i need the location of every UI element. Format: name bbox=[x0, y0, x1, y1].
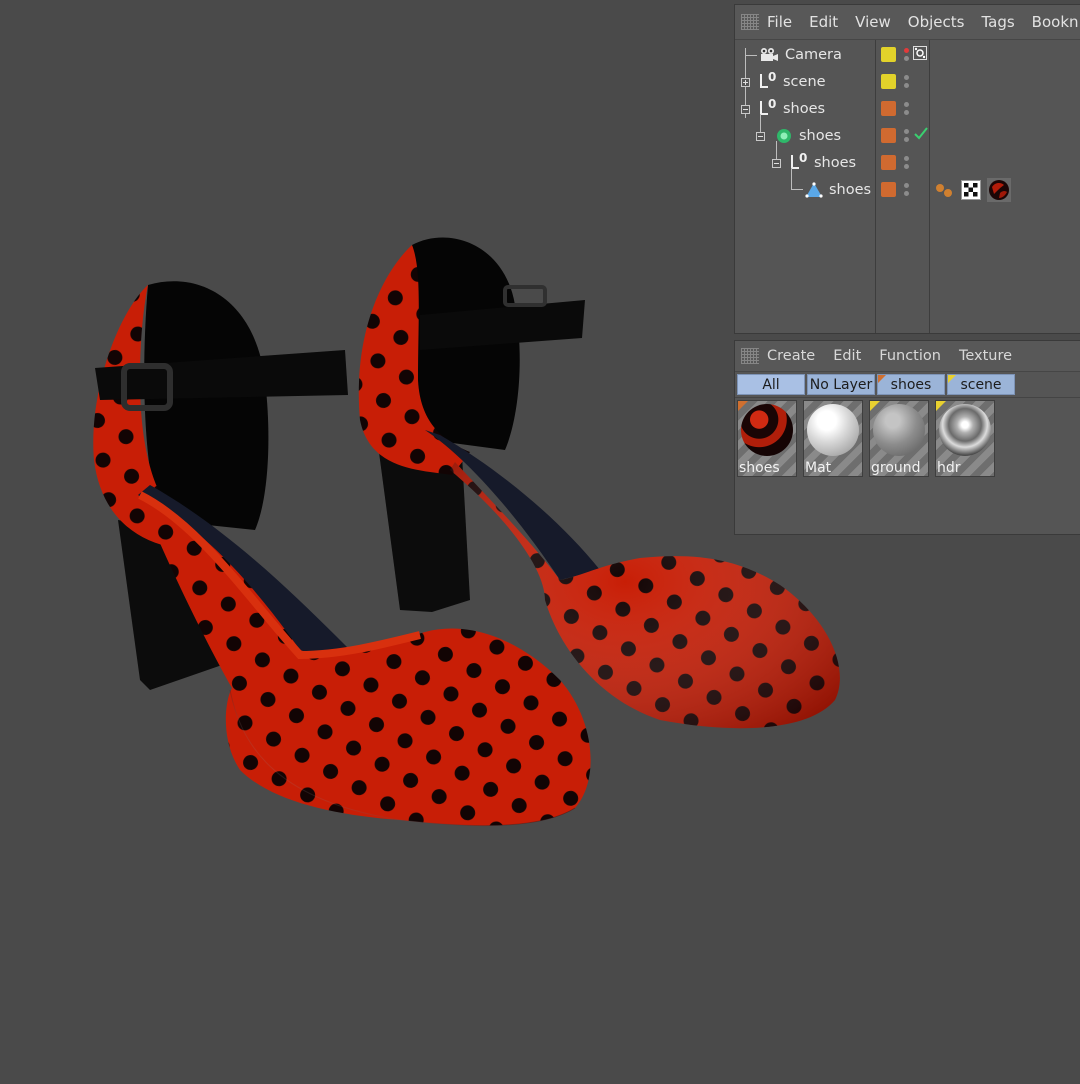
visibility-dots[interactable] bbox=[903, 127, 911, 145]
panel-grip-icon[interactable] bbox=[741, 348, 759, 364]
filter-scene[interactable]: scene bbox=[947, 374, 1015, 395]
object-name: Camera bbox=[785, 46, 842, 63]
menu-file[interactable]: File bbox=[767, 13, 792, 31]
material-shoes[interactable]: shoes bbox=[737, 400, 797, 477]
layer-color-swatch[interactable] bbox=[881, 101, 896, 116]
material-list: shoes Mat ground hdr bbox=[737, 400, 995, 477]
material-preview bbox=[873, 404, 925, 456]
filter-label: shoes bbox=[890, 376, 932, 393]
material-preview bbox=[741, 404, 793, 456]
menu-bookmarks[interactable]: Bookn bbox=[1032, 13, 1079, 31]
filter-all[interactable]: All bbox=[737, 374, 805, 395]
layer-color-swatch[interactable] bbox=[881, 47, 896, 62]
polygon-object-icon bbox=[805, 181, 823, 198]
object-row-shoes-group[interactable]: 0 shoes bbox=[735, 95, 1080, 122]
menu-texture[interactable]: Texture bbox=[959, 348, 1012, 364]
filter-no-layer[interactable]: No Layer bbox=[807, 374, 875, 395]
null-object-icon: 0 bbox=[790, 151, 808, 172]
camera-icon bbox=[761, 47, 778, 61]
material-manager-panel: Create Edit Function Texture All No Laye… bbox=[734, 340, 1080, 535]
object-row-scene[interactable]: 0 scene bbox=[735, 68, 1080, 95]
material-mat[interactable]: Mat bbox=[803, 400, 863, 477]
object-name: shoes bbox=[799, 127, 842, 144]
layer-color-swatch[interactable] bbox=[881, 182, 896, 197]
menu-view[interactable]: View bbox=[855, 13, 891, 31]
visibility-dots[interactable] bbox=[903, 154, 911, 172]
material-name: ground bbox=[871, 460, 921, 476]
object-row-shoes-null[interactable]: 0 shoes bbox=[735, 141, 1080, 176]
layer-color-swatch[interactable] bbox=[881, 128, 896, 143]
object-name: shoes bbox=[814, 154, 857, 171]
object-row-shoes-subdivision[interactable]: shoes bbox=[735, 114, 1080, 149]
visibility-dots[interactable] bbox=[903, 100, 911, 118]
object-manager-panel: File Edit View Objects Tags Bookn Camera bbox=[734, 4, 1080, 334]
uvw-tag-icon[interactable] bbox=[961, 180, 981, 200]
subdivision-icon bbox=[777, 128, 791, 143]
collapse-icon[interactable] bbox=[741, 105, 750, 114]
camera-target-tag-icon[interactable] bbox=[913, 46, 927, 60]
layer-filter-bar: All No Layer shoes scene bbox=[735, 373, 1080, 398]
menu-objects[interactable]: Objects bbox=[908, 13, 965, 31]
material-preview bbox=[939, 404, 991, 456]
object-name: scene bbox=[783, 73, 826, 90]
menu-create[interactable]: Create bbox=[767, 348, 815, 364]
object-tree: Camera 0 scene 0 shoes shoes 0 shoes sho… bbox=[735, 40, 1080, 333]
panel-grip-icon[interactable] bbox=[741, 14, 759, 30]
checkmark-icon[interactable] bbox=[913, 125, 929, 141]
object-name: shoes bbox=[829, 181, 872, 198]
collapse-icon[interactable] bbox=[756, 132, 765, 141]
visibility-dots[interactable] bbox=[903, 181, 911, 199]
filter-shoes[interactable]: shoes bbox=[877, 374, 945, 395]
expand-icon[interactable] bbox=[741, 78, 750, 87]
layer-color-swatch[interactable] bbox=[881, 155, 896, 170]
object-row-camera[interactable]: Camera bbox=[735, 41, 1080, 68]
object-row-shoes-mesh[interactable]: shoes bbox=[735, 168, 1080, 203]
null-object-icon: 0 bbox=[759, 97, 777, 118]
material-name: shoes bbox=[739, 460, 780, 476]
material-ground[interactable]: ground bbox=[869, 400, 929, 477]
menu-tags[interactable]: Tags bbox=[981, 13, 1014, 31]
menu-edit[interactable]: Edit bbox=[809, 13, 838, 31]
visibility-dots[interactable] bbox=[903, 46, 911, 64]
menu-edit[interactable]: Edit bbox=[833, 348, 861, 364]
object-manager-menubar: File Edit View Objects Tags Bookn bbox=[735, 5, 1080, 40]
visibility-dots[interactable] bbox=[903, 73, 911, 91]
material-name: hdr bbox=[937, 460, 961, 476]
layer-color-swatch[interactable] bbox=[881, 74, 896, 89]
collapse-icon[interactable] bbox=[772, 159, 781, 168]
object-name: shoes bbox=[783, 100, 826, 117]
phong-tag-icon[interactable] bbox=[933, 179, 955, 201]
material-hdr[interactable]: hdr bbox=[935, 400, 995, 477]
material-preview bbox=[807, 404, 859, 456]
null-object-icon: 0 bbox=[759, 70, 777, 91]
menu-function[interactable]: Function bbox=[879, 348, 941, 364]
material-manager-menubar: Create Edit Function Texture bbox=[735, 341, 1080, 372]
texture-tag-icon[interactable] bbox=[987, 178, 1011, 202]
filter-label: scene bbox=[960, 376, 1002, 393]
material-name: Mat bbox=[805, 460, 832, 476]
